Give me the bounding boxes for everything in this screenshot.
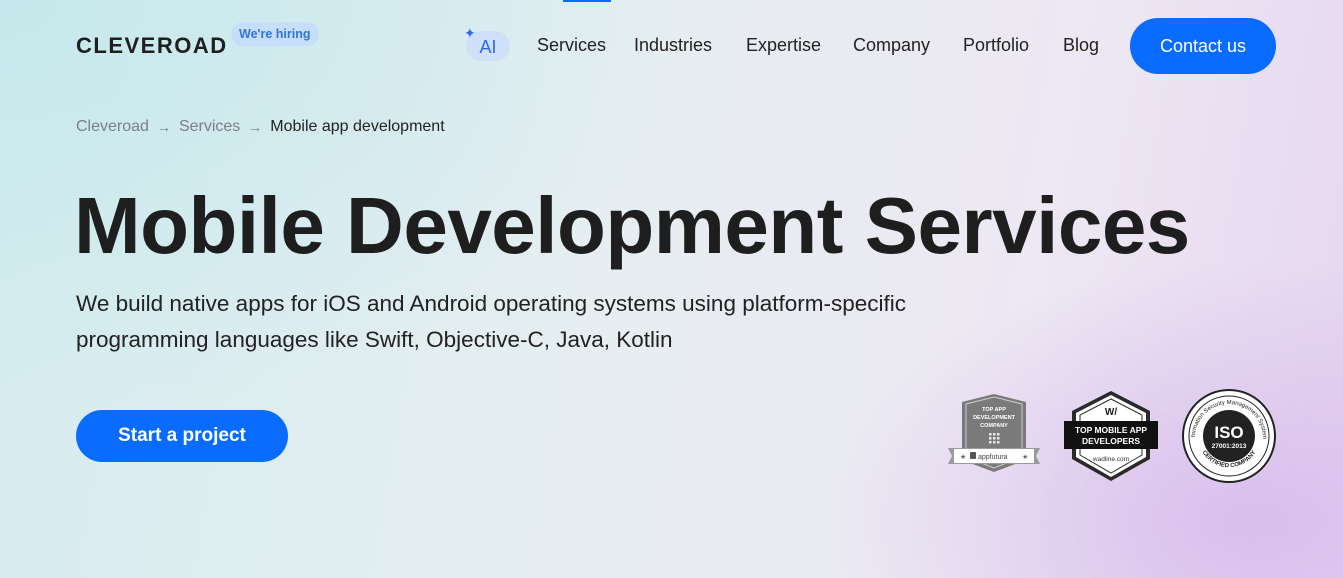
appfutura-line2: DEVELOPMENT <box>973 415 1016 421</box>
iso-center-small: 27001:2013 <box>1212 443 1247 450</box>
grid-icon <box>989 433 1000 444</box>
nav-item-industries[interactable]: Industries <box>634 35 712 56</box>
appfutura-brand: appfutura <box>978 454 1008 461</box>
breadcrumb: Cleveroad → Services → Mobile app develo… <box>76 118 445 136</box>
wadline-site: wadline.com <box>1092 456 1129 463</box>
nav-item-company[interactable]: Company <box>853 35 930 56</box>
nav-item-ai[interactable]: ✦ AI <box>464 25 510 61</box>
logo[interactable]: CLEVEROAD <box>76 33 228 59</box>
contact-us-button[interactable]: Contact us <box>1130 18 1276 74</box>
nav-item-services[interactable]: Services <box>537 35 606 56</box>
top-accent-bar <box>563 0 611 2</box>
page-title: Mobile Development Services <box>74 181 1190 270</box>
nav-item-ai-label: AI <box>479 37 497 57</box>
arrow-right-icon: → <box>248 119 263 135</box>
nav-item-expertise[interactable]: Expertise <box>746 35 821 56</box>
breadcrumb-item-cleveroad[interactable]: Cleveroad <box>76 118 149 136</box>
hiring-badge[interactable]: We're hiring <box>231 22 319 46</box>
iso-center-big: ISO <box>1214 423 1243 442</box>
start-project-button[interactable]: Start a project <box>76 410 288 462</box>
wadline-logo-icon: W/ <box>1105 407 1117 418</box>
nav-item-portfolio[interactable]: Portfolio <box>963 35 1029 56</box>
appfutura-line3: COMPANY <box>980 423 1008 429</box>
breadcrumb-item-services[interactable]: Services <box>179 118 240 136</box>
appfutura-badge: TOP APP DEVELOPMENT COMPANY ★ ★ appfutur… <box>946 394 1042 480</box>
wadline-line2: DEVELOPERS <box>1082 436 1140 446</box>
star-icon: ★ <box>960 453 966 461</box>
appfutura-logo-icon <box>970 452 976 459</box>
wadline-badge: W/ TOP MOBILE APP DEVELOPERS wadline.com <box>1062 389 1160 483</box>
breadcrumb-item-current: Mobile app development <box>270 118 445 135</box>
appfutura-line1: TOP APP <box>982 407 1006 413</box>
arrow-right-icon: → <box>156 119 171 135</box>
iso-badge: Information Security Management Systems … <box>1181 388 1277 484</box>
hero-subtitle: We build native apps for iOS and Android… <box>76 291 907 352</box>
wadline-line1: TOP MOBILE APP <box>1075 425 1147 435</box>
nav-item-blog[interactable]: Blog <box>1063 35 1099 56</box>
star-icon: ★ <box>1022 453 1028 461</box>
